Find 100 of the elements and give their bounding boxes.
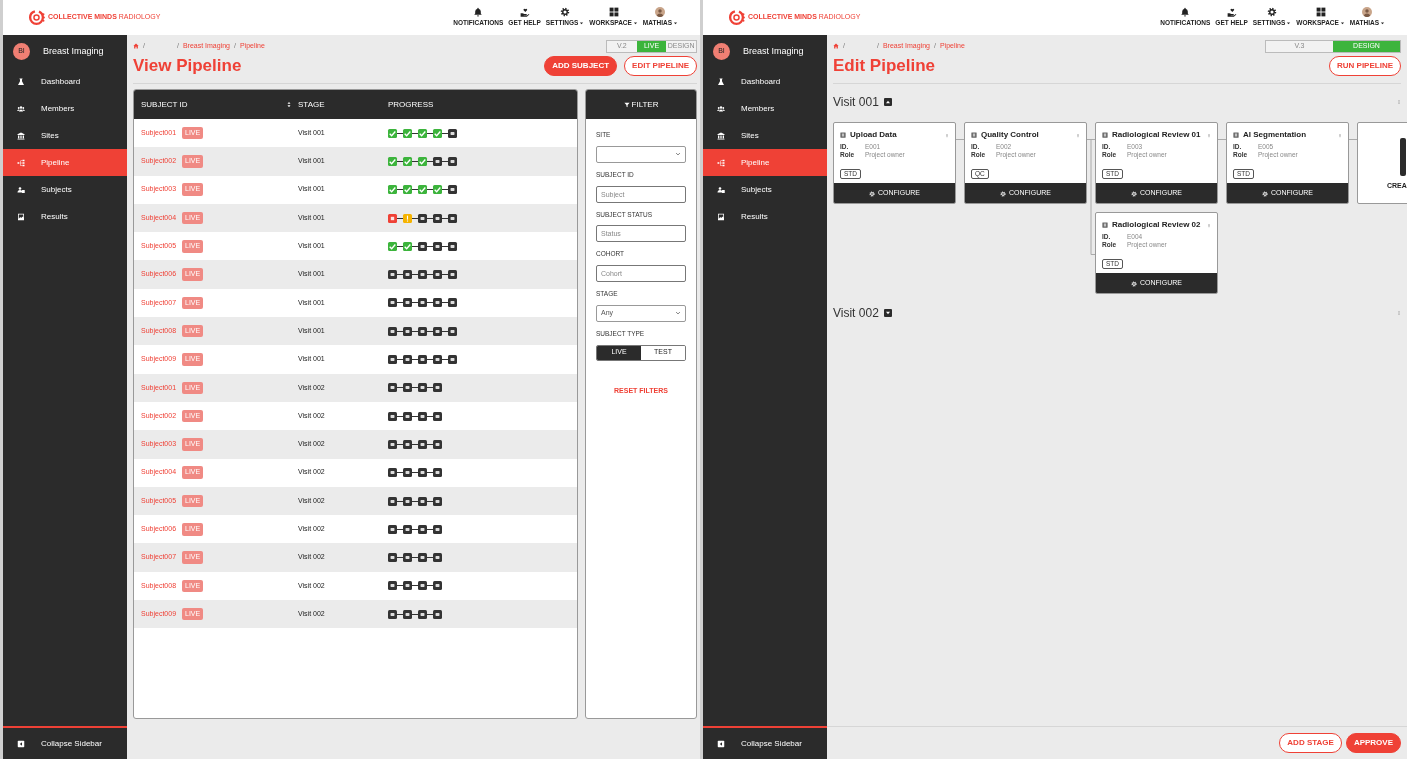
connector-line bbox=[427, 557, 433, 559]
collapse-icon bbox=[717, 739, 725, 748]
column-header[interactable]: STAGE bbox=[298, 98, 325, 111]
logo-icon bbox=[28, 9, 45, 26]
sidebar-item[interactable]: Dashboard bbox=[3, 68, 127, 95]
connector-line bbox=[442, 217, 448, 219]
image-icon bbox=[17, 212, 25, 221]
connector-line bbox=[412, 443, 418, 445]
connector-line bbox=[397, 387, 403, 389]
stage-icon bbox=[971, 132, 977, 138]
hand-heart-icon bbox=[519, 7, 530, 18]
connector-line bbox=[397, 500, 403, 502]
connector-line bbox=[397, 132, 403, 134]
hand-heart-icon bbox=[1226, 7, 1237, 18]
stage-title: Upload Data bbox=[850, 129, 898, 141]
sidebar-item[interactable]: Pipeline bbox=[3, 149, 127, 176]
connector-line bbox=[1349, 139, 1357, 140]
scroll-thumb bbox=[1400, 138, 1406, 176]
connector-line bbox=[397, 189, 403, 191]
sidebar-item[interactable]: Pipeline bbox=[703, 149, 827, 176]
building-icon bbox=[717, 131, 725, 140]
stage-title: Radiological Review 02 bbox=[1112, 219, 1202, 231]
stage-icon bbox=[1102, 222, 1108, 228]
connector-line bbox=[427, 472, 433, 474]
sidebar-item[interactable]: Subjects bbox=[703, 176, 827, 203]
logo-icon bbox=[728, 9, 745, 26]
connector-line bbox=[1218, 139, 1226, 140]
sidebar-item[interactable]: Subjects bbox=[3, 176, 127, 203]
connector-line bbox=[412, 472, 418, 474]
chevron-icon bbox=[675, 310, 681, 317]
sidebar-item[interactable]: Members bbox=[703, 95, 827, 122]
column-header[interactable]: PROGRESS bbox=[388, 98, 434, 111]
collapse-toggle-icon[interactable] bbox=[883, 98, 892, 106]
collapse-sidebar-button[interactable]: Collapse Sidebar bbox=[3, 726, 127, 759]
flask-icon bbox=[717, 77, 725, 86]
bell-icon bbox=[473, 7, 484, 18]
sidebar-item[interactable]: Members bbox=[3, 95, 127, 122]
settings-icon bbox=[560, 7, 571, 18]
connector-line bbox=[412, 217, 418, 219]
connector-line bbox=[427, 245, 433, 247]
home-icon bbox=[133, 43, 139, 49]
filter-title: FILTER bbox=[631, 98, 659, 111]
workspace-label: Breast Imaging bbox=[43, 44, 104, 58]
connector-line bbox=[412, 387, 418, 389]
collapse-sidebar-button[interactable]: Collapse Sidebar bbox=[703, 726, 827, 759]
connector-line bbox=[397, 472, 403, 474]
stage-title: AI Segmentation bbox=[1243, 129, 1308, 141]
stage-title: Quality Control bbox=[981, 129, 1040, 141]
column-header[interactable]: SUBJECT ID bbox=[141, 98, 188, 111]
workspace-label: Breast Imaging bbox=[743, 44, 804, 58]
connector-line bbox=[427, 585, 433, 587]
outline-button[interactable]: EDIT PIPELINE bbox=[624, 56, 697, 76]
funnel-icon bbox=[623, 101, 630, 108]
settings-icon bbox=[1267, 7, 1278, 18]
settings-icon bbox=[1000, 190, 1006, 197]
connector-line bbox=[427, 330, 433, 332]
connector-line bbox=[397, 528, 403, 530]
connector-line bbox=[442, 359, 448, 360]
connector-line bbox=[427, 443, 433, 445]
connector-line bbox=[397, 274, 403, 276]
bell-icon bbox=[1180, 7, 1191, 18]
settings-icon bbox=[1131, 280, 1137, 287]
connector-line bbox=[412, 160, 418, 162]
connector-line bbox=[397, 245, 403, 247]
home-icon bbox=[833, 43, 839, 49]
sidebar-item[interactable]: Results bbox=[703, 203, 827, 230]
connector-line bbox=[397, 613, 403, 615]
visit-title: Visit 001 bbox=[833, 94, 879, 111]
select-field[interactable] bbox=[596, 145, 686, 163]
avatar-icon bbox=[655, 7, 666, 18]
primary-button[interactable]: APPROVE bbox=[1345, 733, 1401, 753]
expand-toggle-icon[interactable] bbox=[883, 309, 892, 317]
outline-button[interactable]: RUN PIPELINE bbox=[1329, 56, 1401, 76]
users-icon bbox=[17, 104, 25, 113]
connector-line bbox=[427, 613, 433, 615]
sidebar-item[interactable]: Results bbox=[3, 203, 127, 230]
user-card-icon bbox=[17, 185, 25, 194]
sidebar-item[interactable]: Sites bbox=[3, 122, 127, 149]
settings-icon bbox=[1131, 190, 1137, 197]
page-title: Edit Pipeline bbox=[833, 55, 936, 78]
connector-line bbox=[412, 415, 418, 417]
connector-line bbox=[427, 528, 433, 530]
connector-line bbox=[397, 557, 403, 559]
outline-button[interactable]: ADD STAGE bbox=[1279, 733, 1342, 753]
connector-line bbox=[442, 302, 448, 304]
sidebar-item[interactable]: Sites bbox=[703, 122, 827, 149]
grid-icon bbox=[1315, 7, 1326, 18]
connector-line bbox=[412, 330, 418, 332]
connector-line bbox=[427, 302, 433, 304]
sidebar-item[interactable]: Dashboard bbox=[703, 68, 827, 95]
connector-line bbox=[442, 245, 448, 247]
connector-line bbox=[427, 217, 433, 219]
primary-button[interactable]: ADD SUBJECT bbox=[544, 56, 618, 76]
flask-icon bbox=[17, 77, 25, 86]
connector-line bbox=[412, 359, 418, 360]
collapse-icon bbox=[17, 739, 25, 748]
stage-icon bbox=[1102, 132, 1108, 138]
connector-line bbox=[442, 330, 448, 332]
connector-line bbox=[427, 132, 433, 134]
connector-line bbox=[412, 500, 418, 502]
